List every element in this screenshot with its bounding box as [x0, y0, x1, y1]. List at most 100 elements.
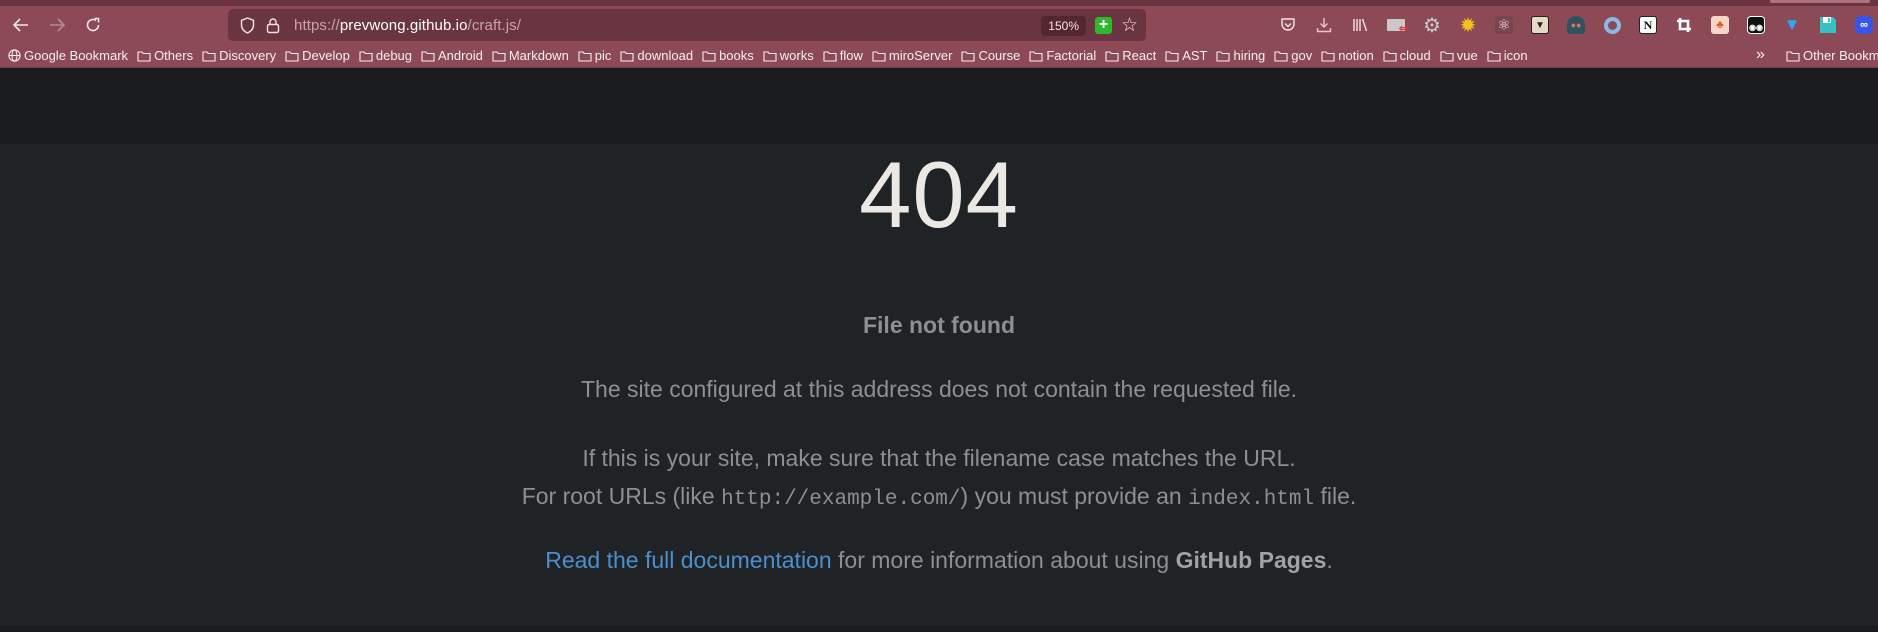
bookmark-label: React	[1122, 48, 1157, 63]
extension-tab-icon[interactable]: ⇐	[1378, 6, 1414, 44]
folder-icon	[1440, 50, 1454, 62]
bookmarks-overflow-chevron-icon[interactable]: »	[1756, 46, 1765, 64]
bookmark-label: hiring	[1233, 48, 1266, 63]
bookmark-react[interactable]: React	[1105, 48, 1156, 63]
bookmark-download[interactable]: download	[620, 48, 693, 63]
back-button[interactable]	[3, 9, 39, 41]
error-hint: If this is your site, make sure that the…	[0, 439, 1878, 519]
page-header-band	[0, 68, 1878, 144]
bookmark-factorial[interactable]: Factorial	[1029, 48, 1096, 63]
globe-icon	[8, 49, 21, 62]
folder-icon	[823, 50, 837, 62]
folder-icon	[1383, 50, 1397, 62]
other-bookmarks-label: Other Bookmarks	[1803, 48, 1878, 63]
documentation-note: Read the full documentation for more inf…	[0, 547, 1878, 574]
bookmark-debug[interactable]: debug	[359, 48, 412, 63]
arrow-right-icon	[50, 18, 65, 32]
folder-icon	[961, 50, 975, 62]
folder-icon	[1029, 50, 1043, 62]
bookmark-course[interactable]: Course	[961, 48, 1020, 63]
folder-icon	[492, 50, 506, 62]
bookmark-label: Markdown	[508, 48, 569, 63]
add-extension-icon[interactable]: +	[1095, 17, 1112, 34]
gear-extension-icon[interactable]: ⚙	[1414, 6, 1450, 44]
navigation-toolbar: https://prevwong.github.io/craft.js/ 150…	[0, 6, 1878, 44]
bookmark-ast[interactable]: AST	[1165, 48, 1207, 63]
address-bar[interactable]: https://prevwong.github.io/craft.js/ 150…	[228, 9, 1146, 41]
bookmark-google-bookmark[interactable]: Google Bookmark	[8, 48, 128, 63]
bookmark-works[interactable]: works	[763, 48, 814, 63]
pocket-icon[interactable]	[1270, 6, 1306, 44]
bookmark-label: Course	[978, 48, 1021, 63]
bookmark-markdown[interactable]: Markdown	[492, 48, 569, 63]
error-code: 404	[859, 142, 1019, 247]
forward-button[interactable]	[39, 9, 75, 41]
downloads-icon[interactable]	[1306, 6, 1342, 44]
folder-icon	[285, 50, 299, 62]
bookmark-label: gov	[1291, 48, 1313, 63]
bookmark-label: books	[719, 48, 754, 63]
bookmark-cloud[interactable]: cloud	[1383, 48, 1431, 63]
other-bookmarks-folder[interactable]: Other Bookmarks	[1786, 48, 1878, 63]
folder-icon	[702, 50, 716, 62]
crop-icon[interactable]	[1666, 6, 1702, 44]
bookmark-pic[interactable]: pic	[578, 48, 611, 63]
url-text[interactable]: https://prevwong.github.io/craft.js/	[294, 17, 521, 34]
react-devtools-icon[interactable]: ⚛	[1486, 6, 1522, 44]
bookmark-discovery[interactable]: Discovery	[202, 48, 276, 63]
bookmarks-toolbar: Google Bookmark Others Discovery Develop deb…	[0, 44, 1878, 68]
ring-extension-icon[interactable]	[1594, 6, 1630, 44]
bookmark-icon[interactable]: icon	[1487, 48, 1528, 63]
sun-extension-icon[interactable]: ✹	[1450, 6, 1486, 44]
bookmark-label: cloud	[1399, 48, 1431, 63]
folder-icon	[578, 50, 592, 62]
shield-icon[interactable]	[236, 16, 258, 34]
bookmark-star-icon[interactable]: ☆	[1121, 14, 1138, 37]
zoom-level-badge[interactable]: 150%	[1041, 16, 1086, 36]
folder-icon	[1321, 50, 1335, 62]
example-url-code: http://example.com/	[721, 488, 961, 511]
bookmark-flow[interactable]: flow	[823, 48, 863, 63]
lock-icon[interactable]	[262, 17, 284, 34]
folder-icon	[202, 50, 216, 62]
org-chart-extension-icon[interactable]: ♣	[1702, 6, 1738, 44]
url-scheme: https://	[294, 16, 340, 34]
index-file-code: index.html	[1188, 488, 1315, 511]
library-icon[interactable]	[1342, 6, 1378, 44]
bookmark-books[interactable]: books	[702, 48, 754, 63]
folder-icon	[620, 50, 634, 62]
folder-icon	[872, 50, 886, 62]
notion-icon[interactable]: N	[1630, 6, 1666, 44]
bookmark-gov[interactable]: gov	[1274, 48, 1312, 63]
active-tab-edge[interactable]	[1770, 0, 1870, 3]
bookmark-label: flow	[839, 48, 863, 63]
hint-line-1: If this is your site, make sure that the…	[582, 445, 1296, 471]
bookmark-hiring[interactable]: hiring	[1216, 48, 1265, 63]
documentation-link[interactable]: Read the full documentation	[545, 547, 831, 573]
folder-icon	[359, 50, 373, 62]
bookmark-label: works	[779, 48, 814, 63]
bookmark-label: notion	[1338, 48, 1374, 63]
bookmark-label: download	[637, 48, 694, 63]
bookmark-notion[interactable]: notion	[1321, 48, 1374, 63]
bookmark-android[interactable]: Android	[421, 48, 483, 63]
hint-line-2-prefix: For root URLs (like	[521, 483, 722, 509]
bookmark-label: vue	[1456, 48, 1478, 63]
spy-extension-icon[interactable]: ●●	[1558, 6, 1594, 44]
diamond-extension-icon[interactable]: ▼	[1774, 6, 1810, 44]
url-path: /craft.js/	[467, 16, 522, 34]
bookmark-label: Develop	[302, 48, 350, 63]
tampermonkey-icon[interactable]: ◉◉	[1738, 6, 1774, 44]
save-extension-icon[interactable]	[1810, 6, 1846, 44]
bookmark-develop[interactable]: Develop	[285, 48, 350, 63]
bookmark-vue[interactable]: vue	[1440, 48, 1478, 63]
error-description: The site configured at this address does…	[581, 376, 1297, 402]
bookmark-others[interactable]: Others	[137, 48, 193, 63]
bookmark-miroserver[interactable]: miroServer	[872, 48, 952, 63]
bear-extension-icon[interactable]: ▼	[1522, 6, 1558, 44]
bookmark-label: AST	[1182, 48, 1208, 63]
reload-button[interactable]	[75, 9, 111, 41]
documentation-note-suffix: .	[1326, 547, 1333, 573]
github-pages-label: GitHub Pages	[1175, 547, 1327, 573]
link-extension-icon[interactable]: ∞	[1846, 6, 1878, 44]
